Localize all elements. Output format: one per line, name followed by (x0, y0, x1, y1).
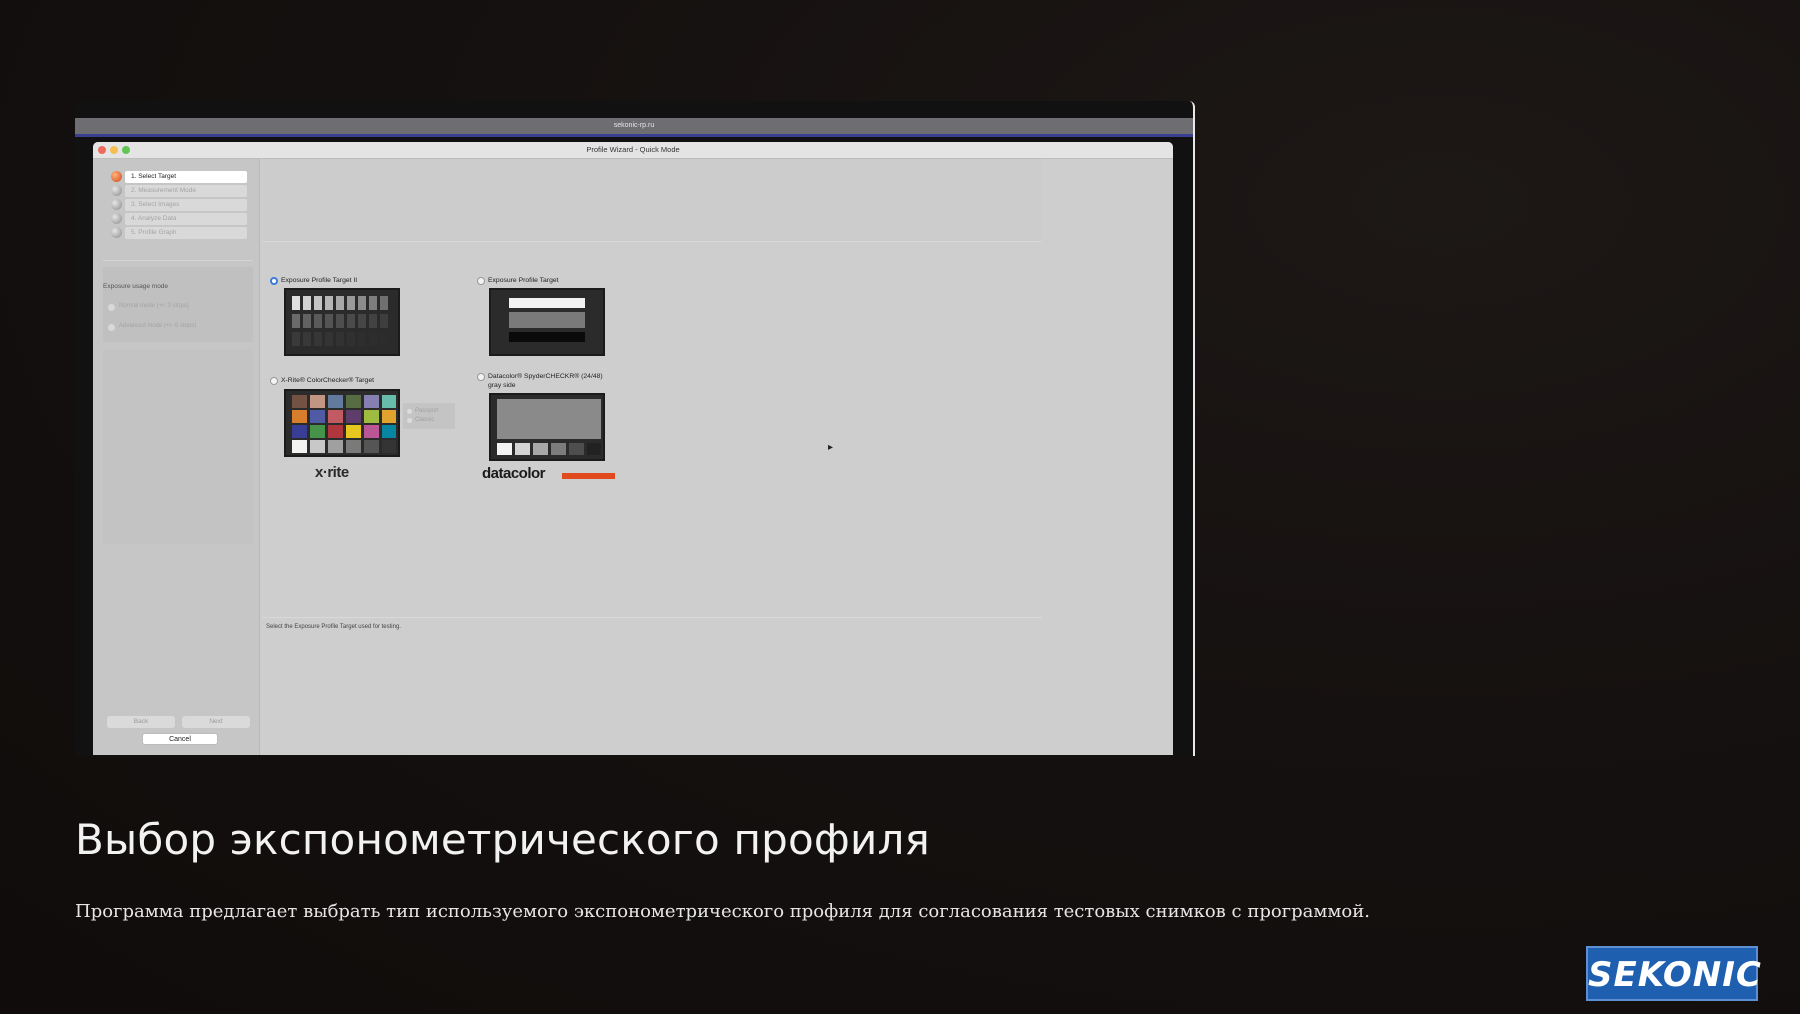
host-title: sekonic-rp.ru (613, 122, 655, 129)
cancel-button[interactable]: Cancel (142, 733, 218, 745)
datacolor-logo-bar (562, 473, 615, 479)
passport-radio[interactable]: Passport (407, 408, 439, 414)
target-sublabel-gray-side: gray side (488, 382, 516, 389)
step-label: 4. Analyze Data (125, 213, 247, 225)
status-text: Select the Exposure Profile Target used … (266, 624, 401, 630)
close-window-button[interactable] (98, 146, 106, 154)
exposure-usage-title: Exposure usage mode (103, 283, 169, 290)
step-indicator-icon (111, 199, 122, 210)
next-button[interactable]: Next (182, 716, 250, 728)
step-measurement-mode[interactable]: 2. Measurement Mode (111, 185, 251, 197)
colorchecker-options: Passport Classic (403, 403, 455, 429)
step-indicator-icon (111, 227, 122, 238)
minimize-window-button[interactable] (110, 146, 118, 154)
window-titlebar: Profile Wizard - Quick Mode (93, 142, 1173, 159)
target-radio-exposure-profile[interactable] (477, 277, 485, 285)
step-analyze-data[interactable]: 4. Analyze Data (111, 213, 251, 225)
colorchecker-thumbnail[interactable] (284, 389, 400, 457)
datacolor-logo: datacolor (482, 465, 615, 482)
step-label: 5. Profile Graph (125, 227, 247, 239)
screenshot-frame: sekonic-rp.ru Profile Wizard - Quick Mod… (75, 101, 1195, 756)
step-select-target[interactable]: 1. Select Target (111, 171, 251, 183)
mouse-cursor-icon: ▸ (828, 442, 834, 453)
step-profile-graph[interactable]: 5. Profile Graph (111, 227, 251, 239)
exposure-advanced-mode-radio[interactable]: Advanced mode (+/- 6 stops) (106, 323, 196, 332)
classic-radio[interactable]: Classic (406, 417, 434, 423)
sidebar-panel (103, 349, 253, 544)
target-label-exposure-profile: Exposure Profile Target (488, 277, 559, 284)
slide-title: Выбор экспонометрического профиля (75, 815, 931, 864)
description-area (262, 159, 1042, 242)
step-indicator-icon (111, 185, 122, 196)
color-patches-graphic (292, 395, 396, 453)
exposure-profile-ii-thumbnail[interactable] (284, 288, 400, 356)
gray-patches-graphic (292, 296, 388, 346)
gray-card-graphic (497, 399, 601, 455)
profile-wizard-window: Profile Wizard - Quick Mode 1. Select Ta… (93, 142, 1173, 755)
xrite-logo: x·rite (315, 464, 349, 481)
host-accent-bar (75, 134, 1193, 137)
host-title-bar: sekonic-rp.ru (75, 118, 1193, 134)
sekonic-logo: SEKONIC (1586, 946, 1761, 1001)
target-label-datacolor-spydercheckr: Datacolor® SpyderCHECKR® (24/48) (488, 373, 603, 380)
back-button[interactable]: Back (107, 716, 175, 728)
window-title: Profile Wizard - Quick Mode (586, 145, 680, 154)
datacolor-logo-text: datacolor (482, 465, 546, 482)
wizard-sidebar: 1. Select Target 2. Measurement Mode 3. … (93, 159, 260, 755)
status-divider (262, 617, 1042, 618)
maximize-window-button[interactable] (122, 146, 130, 154)
target-radio-exposure-profile-ii[interactable] (270, 277, 278, 285)
step-label: 1. Select Target (125, 171, 247, 183)
step-label: 2. Measurement Mode (125, 185, 247, 197)
target-radio-xrite-colorchecker[interactable] (270, 377, 278, 385)
step-indicator-icon (111, 171, 122, 182)
target-label-xrite-colorchecker: X-Rite® ColorChecker® Target (281, 377, 374, 384)
target-radio-datacolor-spydercheckr[interactable] (477, 373, 485, 381)
exposure-target-graphic (509, 298, 585, 342)
wizard-content: Exposure Profile Target II Exposure Prof… (260, 159, 1173, 755)
target-label-exposure-profile-ii: Exposure Profile Target II (281, 277, 358, 284)
slide-body: Программа предлагает выбрать тип использ… (75, 901, 1370, 922)
step-select-images[interactable]: 3. Select Images (111, 199, 251, 211)
step-label: 3. Select Images (125, 199, 247, 211)
spydercheckr-thumbnail[interactable] (489, 393, 605, 461)
exposure-profile-thumbnail[interactable] (489, 288, 605, 356)
exposure-normal-mode-radio[interactable]: Normal mode (+/- 3 stops) (107, 303, 189, 312)
step-indicator-icon (111, 213, 122, 224)
